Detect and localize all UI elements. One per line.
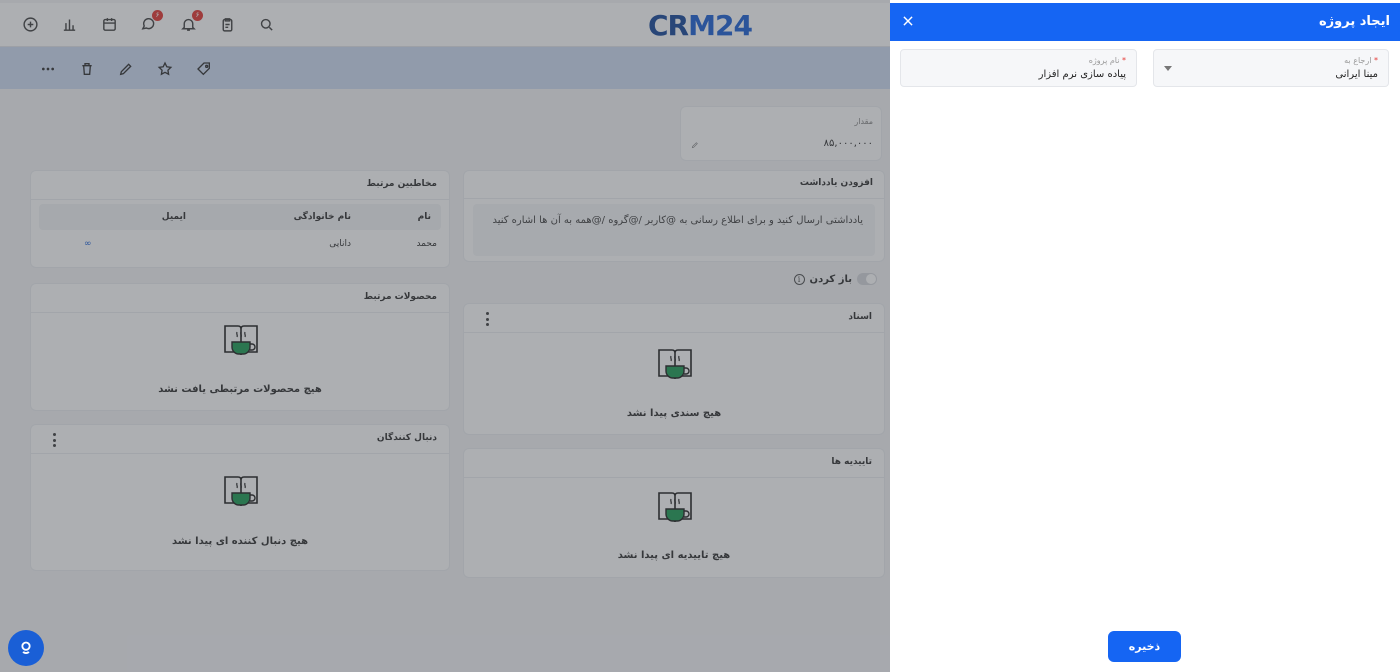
support-chat-icon xyxy=(21,641,31,654)
create-project-drawer: ایجاد پروژه * ارجاع به مینا ایرانی * نام… xyxy=(890,0,1400,672)
project-name-field[interactable]: * نام پروژه پیاده سازی نرم افزار xyxy=(900,49,1137,87)
project-name-label: نام پروژه xyxy=(1088,56,1120,65)
close-button[interactable] xyxy=(898,11,918,31)
related-to-select[interactable]: * ارجاع به مینا ایرانی xyxy=(1153,49,1389,87)
save-button[interactable]: ذخیره xyxy=(1108,631,1181,662)
modal-backdrop[interactable] xyxy=(0,0,890,672)
related-to-label: ارجاع به xyxy=(1344,56,1372,65)
drawer-title: ایجاد پروژه xyxy=(1319,14,1390,29)
drawer-header: ایجاد پروژه xyxy=(890,3,1400,41)
close-icon xyxy=(903,16,913,26)
chevron-down-icon xyxy=(1164,66,1172,71)
project-name-value: پیاده سازی نرم افزار xyxy=(1038,69,1126,80)
support-chat-button[interactable] xyxy=(8,630,44,666)
related-to-value: مینا ایرانی xyxy=(1335,69,1378,80)
